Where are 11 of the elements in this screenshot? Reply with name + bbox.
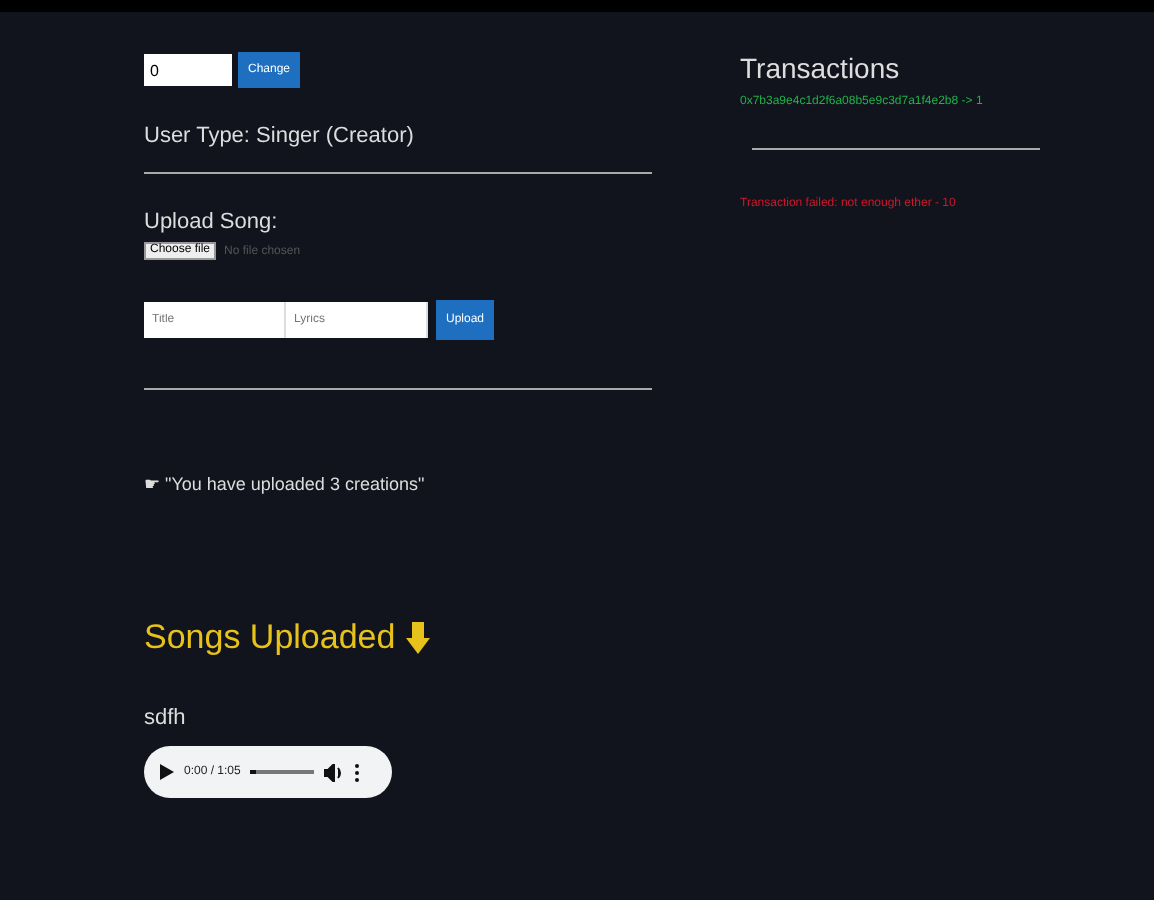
account-field[interactable]: 0 xyxy=(144,54,232,86)
upload-song-heading: Upload Song: xyxy=(144,210,280,234)
transactions-heading: Transactions xyxy=(740,52,902,84)
down-arrow-icon xyxy=(405,622,430,654)
uploads-message: ☛ "You have uploaded 3 creations" xyxy=(144,474,427,494)
user-type-label: User Type: Singer (Creator) xyxy=(144,124,416,148)
play-icon[interactable] xyxy=(160,764,174,780)
volume-icon[interactable] xyxy=(324,763,345,781)
songs-uploaded-heading: Songs Uploaded xyxy=(144,618,396,658)
song-name: sdfh xyxy=(144,706,188,730)
more-options-icon[interactable] xyxy=(354,763,361,781)
